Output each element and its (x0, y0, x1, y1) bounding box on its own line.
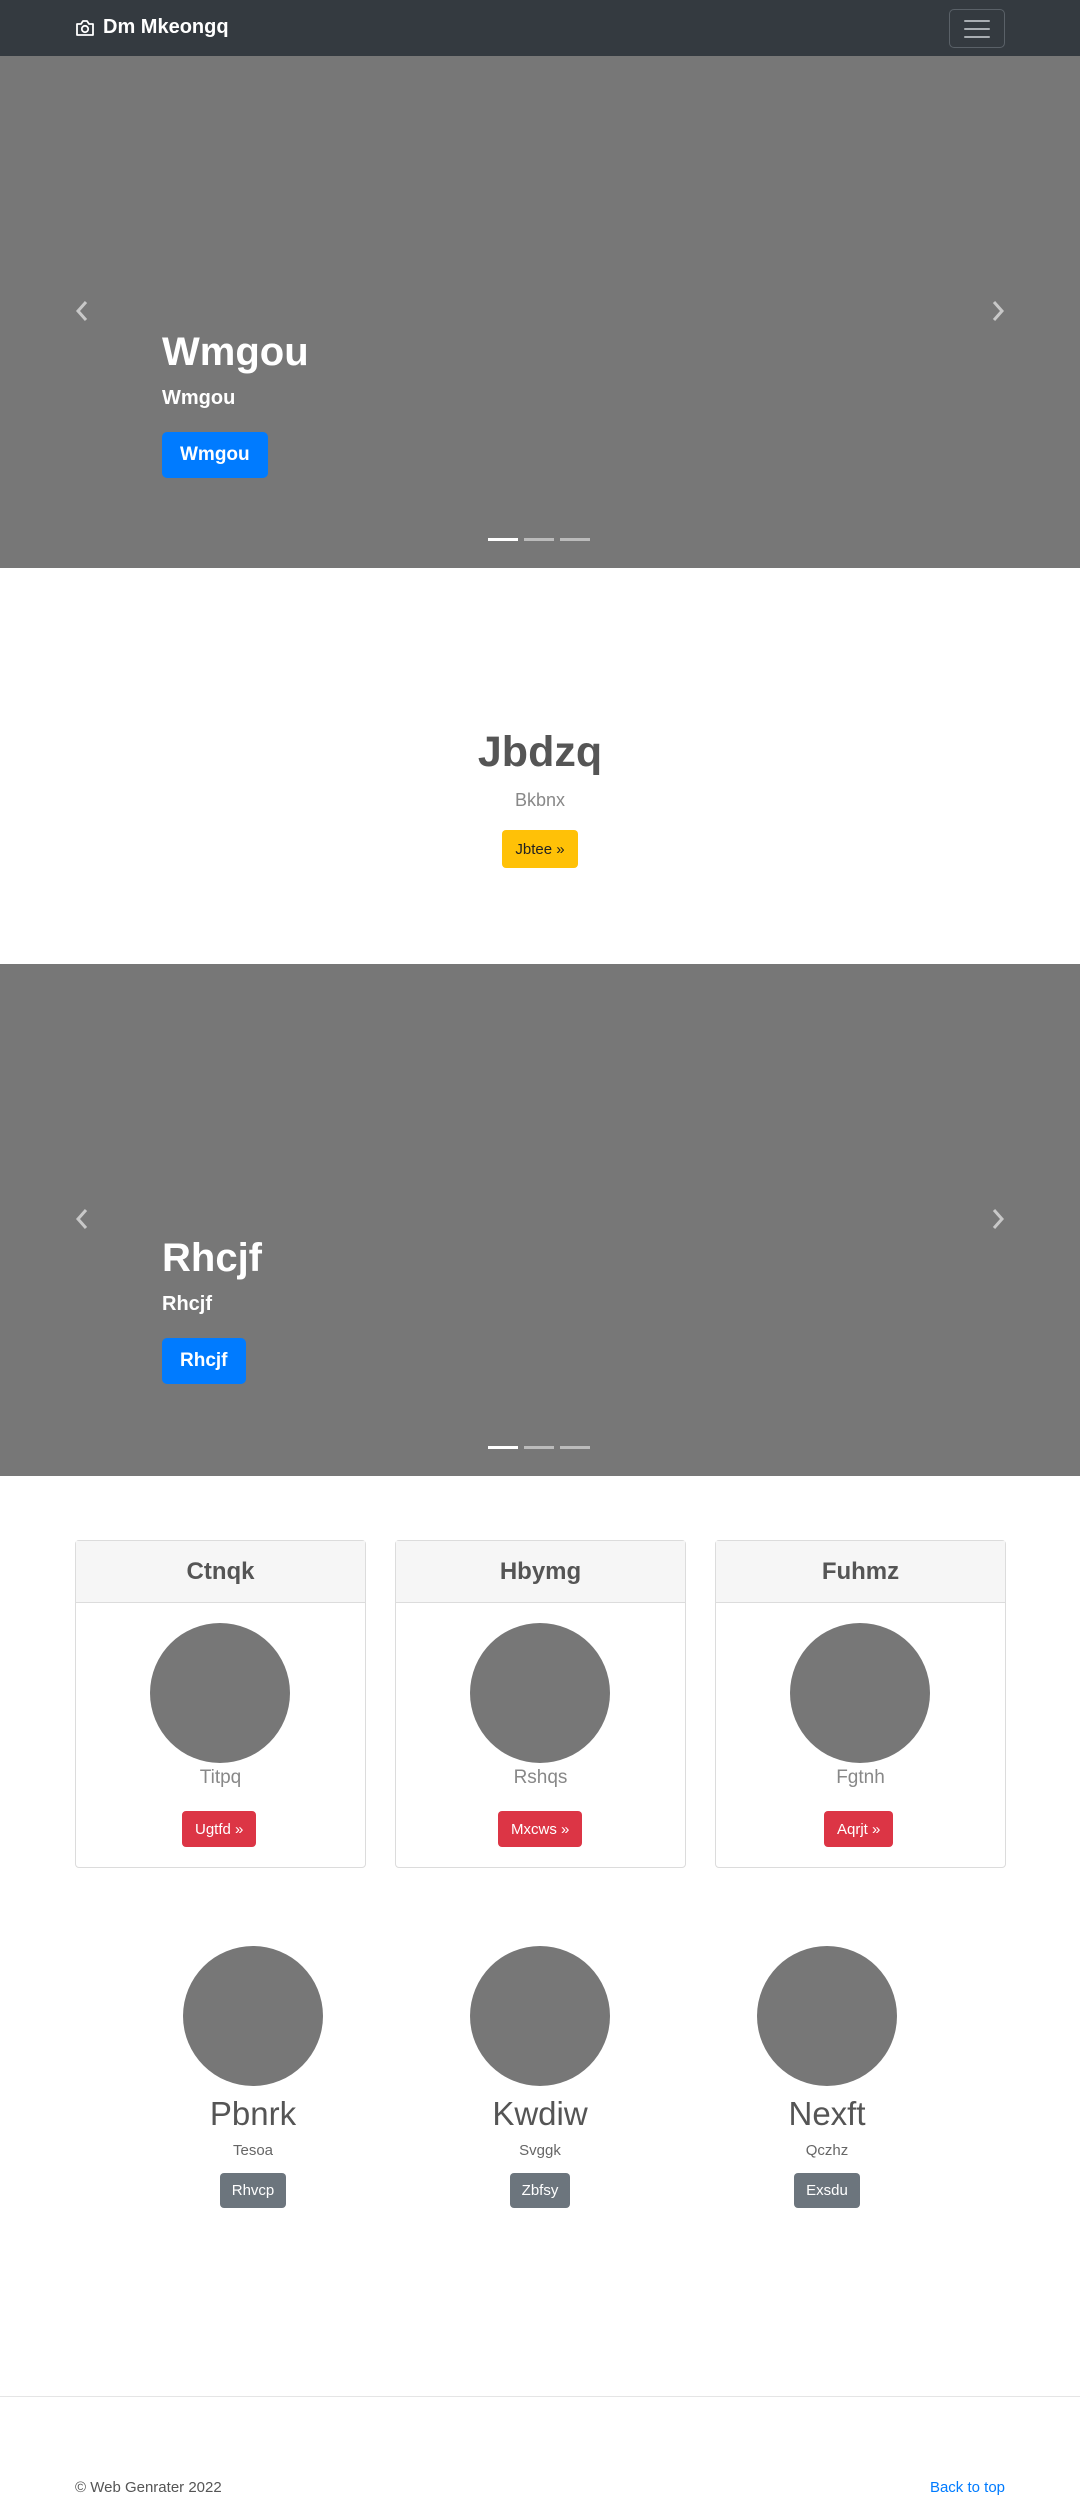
feature-button[interactable]: Zbfsy (509, 2173, 571, 2208)
chevron-right-icon (992, 301, 1005, 321)
carousel-title: Wmgou (162, 330, 309, 374)
chevron-right-icon (992, 1209, 1005, 1229)
carousel-indicators (488, 538, 590, 541)
carousel-indicator-3[interactable] (560, 1446, 590, 1449)
feature-text: Tesoa (232, 2142, 274, 2159)
feature-button[interactable]: Rhvcp (219, 2173, 287, 2208)
feature-image-placeholder (757, 1946, 897, 2086)
feature-column: Kwdiw Svggk Zbfsy (430, 1946, 650, 2208)
brand-link[interactable]: Dm Mkeongq (75, 16, 229, 39)
card-button[interactable]: Mxcws » (498, 1811, 583, 1847)
carousel-next-button[interactable] (986, 1204, 1010, 1234)
camera-icon (76, 19, 94, 36)
card-text: Rshqs (513, 1767, 568, 1788)
card-text: Titpq (199, 1767, 242, 1788)
feature-column: Pbnrk Tesoa Rhvcp (143, 1946, 363, 2208)
carousel-prev-button[interactable] (70, 1204, 94, 1234)
card-text: Fgtnh (836, 1767, 885, 1788)
card-header: Hbymg (396, 1541, 685, 1603)
card-button[interactable]: Ugtfd » (182, 1811, 257, 1847)
feature-title: Pbnrk (209, 2095, 297, 2132)
navbar: Dm Mkeongq (0, 0, 1080, 56)
carousel-caption: Rhcjf Rhcjf Rhcjf (162, 1234, 262, 1384)
hero-carousel: Wmgou Wmgou Wmgou (0, 56, 1080, 568)
feature-title: Nexft (788, 2095, 866, 2132)
carousel-indicator-1[interactable] (488, 1446, 518, 1449)
jumbotron-section: Jbdzq Bkbnx Jbtee » (0, 568, 1080, 964)
carousel-title: Rhcjf (162, 1236, 262, 1280)
jumbotron-button[interactable]: Jbtee » (502, 830, 578, 868)
jumbotron-title: Jbdzq (477, 728, 603, 776)
card-header: Fuhmz (716, 1541, 1005, 1603)
back-to-top-link[interactable]: Back to top (930, 2479, 1005, 2496)
jumbotron-text: Bkbnx (514, 790, 566, 810)
carousel-indicator-1[interactable] (488, 538, 518, 541)
carousel-subtitle: Rhcjf (162, 1293, 212, 1315)
footer-divider (0, 2396, 1080, 2397)
feature-image-placeholder (183, 1946, 323, 2086)
card-image-placeholder (470, 1623, 610, 1763)
carousel-subtitle: Wmgou (162, 387, 236, 409)
card-header: Ctnqk (76, 1541, 365, 1603)
brand-name: Dm Mkeongq (103, 16, 229, 38)
feature-image-placeholder (470, 1946, 610, 2086)
navbar-toggler-button[interactable] (949, 9, 1005, 48)
carousel-prev-button[interactable] (70, 296, 94, 326)
card: Hbymg Rshqs Mxcws » (395, 1540, 686, 1868)
card: Fuhmz Fgtnh Aqrjt » (715, 1540, 1006, 1868)
card-image-placeholder (790, 1623, 930, 1763)
carousel-caption: Wmgou Wmgou Wmgou (162, 328, 309, 478)
chevron-left-icon (75, 301, 88, 321)
feature-button[interactable]: Exsdu (794, 2173, 860, 2208)
card-button[interactable]: Aqrjt » (824, 1811, 894, 1847)
carousel-indicator-2[interactable] (524, 538, 554, 541)
carousel-cta-button[interactable]: Wmgou (162, 432, 268, 478)
footer-copyright: © Web Genrater 2022 (75, 2479, 222, 2496)
hamburger-menu-icon (964, 19, 990, 22)
carousel-indicators (488, 1446, 590, 1449)
feature-title: Kwdiw (492, 2095, 588, 2132)
chevron-left-icon (75, 1209, 88, 1229)
carousel-indicator-2[interactable] (524, 1446, 554, 1449)
card: Ctnqk Titpq Ugtfd » (75, 1540, 366, 1868)
feature-column: Nexft Qczhz Exsdu (717, 1946, 937, 2208)
carousel-indicator-3[interactable] (560, 538, 590, 541)
carousel-next-button[interactable] (986, 296, 1010, 326)
second-carousel: Rhcjf Rhcjf Rhcjf (0, 964, 1080, 1476)
card-image-placeholder (150, 1623, 290, 1763)
carousel-cta-button[interactable]: Rhcjf (162, 1338, 246, 1384)
feature-text: Qczhz (805, 2142, 849, 2159)
feature-text: Svggk (519, 2142, 561, 2159)
